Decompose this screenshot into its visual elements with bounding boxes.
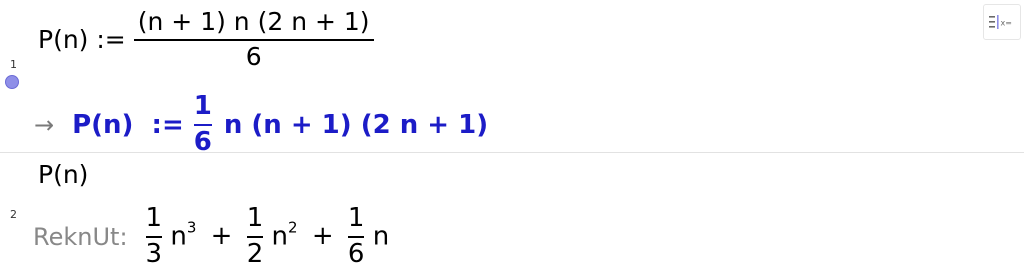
cas-input-2[interactable]: P(n) bbox=[38, 160, 88, 189]
term-fraction: 1 6 bbox=[347, 203, 365, 270]
term-exponent: 3 bbox=[186, 218, 197, 237]
row-number: 2 bbox=[10, 208, 17, 221]
algebra-input-button[interactable]: x= bbox=[983, 4, 1021, 40]
plus-operator: + bbox=[311, 221, 334, 252]
output-rhs: n (n + 1) (2 n + 1) bbox=[223, 109, 489, 140]
fraction-bar bbox=[193, 123, 212, 126]
fraction-denominator: 6 bbox=[347, 238, 365, 269]
term-exponent: 2 bbox=[288, 218, 298, 237]
plus-operator: + bbox=[210, 221, 233, 252]
fraction-bar bbox=[347, 235, 365, 238]
algebra-input-icon: x= bbox=[989, 15, 1012, 29]
row-number: 1 bbox=[10, 58, 17, 71]
cas-output-2: ReknUt: 1 3 n3 + 1 2 n2 + 1 6 n bbox=[33, 203, 390, 270]
fraction-bar bbox=[246, 235, 264, 238]
term-fraction: 1 3 bbox=[145, 203, 163, 270]
output-lhs: P(n) := bbox=[72, 109, 184, 140]
fraction-denominator: 3 bbox=[145, 238, 163, 269]
output-arrow-icon: → bbox=[34, 110, 55, 139]
fraction-denominator: 2 bbox=[246, 238, 264, 269]
algebra-button-text: x= bbox=[1001, 19, 1012, 28]
input-fraction: (n + 1) n (2 n + 1) 6 bbox=[133, 7, 374, 72]
fraction-numerator: 1 bbox=[145, 203, 163, 233]
term-fraction: 1 2 bbox=[246, 203, 264, 270]
term-variable: n bbox=[372, 221, 390, 252]
fraction-numerator: (n + 1) n (2 n + 1) bbox=[137, 7, 370, 36]
cas-row-2[interactable]: 2 P(n) ReknUt: 1 3 n3 + 1 2 n2 + 1 6 n bbox=[0, 153, 1024, 275]
output-expression: 1 3 n3 + 1 2 n2 + 1 6 n bbox=[145, 203, 390, 270]
fraction-bar bbox=[145, 235, 163, 238]
output-fraction: 1 6 bbox=[193, 91, 212, 158]
input-lhs: P(n) := bbox=[38, 25, 126, 55]
fraction-numerator: 1 bbox=[246, 203, 264, 233]
fraction-numerator: 1 bbox=[193, 91, 212, 121]
input-text: P(n) bbox=[38, 160, 89, 189]
cas-input-1[interactable]: P(n) := (n + 1) n (2 n + 1) 6 bbox=[38, 7, 374, 72]
fraction-numerator: 1 bbox=[347, 203, 365, 233]
term-variable: n bbox=[271, 221, 289, 252]
visibility-toggle-dot[interactable] bbox=[5, 75, 19, 89]
cas-output-1: → P(n) := 1 6 n (n + 1) (2 n + 1) bbox=[34, 91, 489, 158]
cas-row-1[interactable]: 1 P(n) := (n + 1) n (2 n + 1) 6 → P(n) :… bbox=[0, 0, 1024, 157]
fraction-denominator: 6 bbox=[245, 41, 262, 71]
term-variable: n bbox=[170, 221, 187, 252]
fraction-bar bbox=[133, 38, 374, 41]
output-label: ReknUt: bbox=[33, 222, 128, 251]
